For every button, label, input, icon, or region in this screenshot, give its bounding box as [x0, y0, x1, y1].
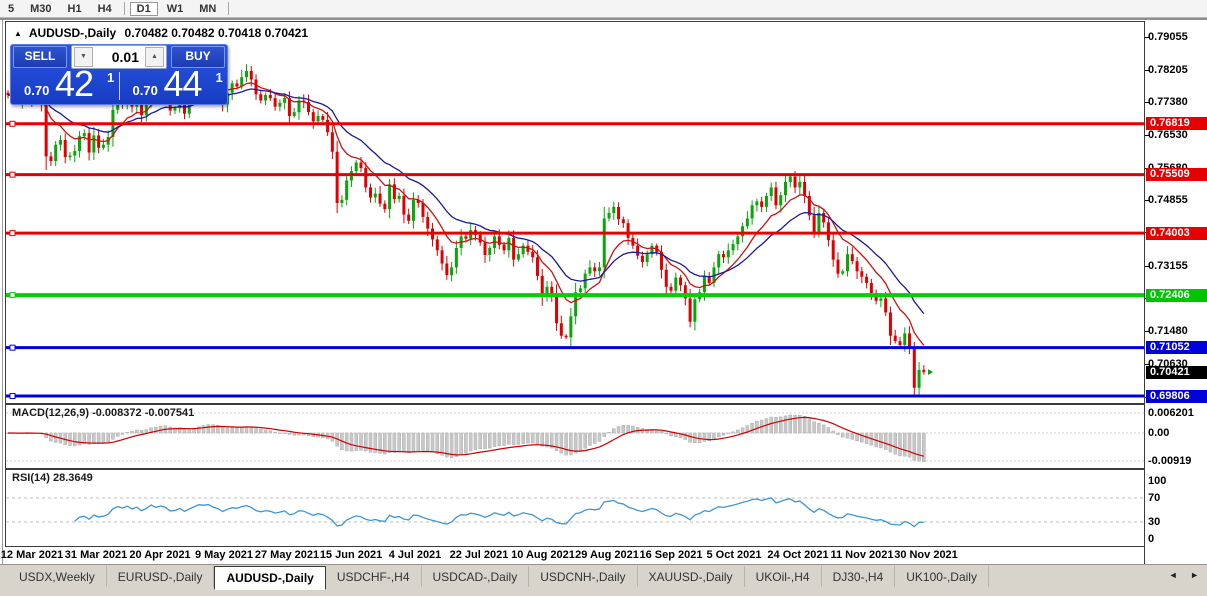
date-tick-label: 31 Mar 2021: [65, 549, 127, 561]
price-line-badge: 0.76819: [1146, 117, 1207, 130]
hline-handle[interactable]: [10, 231, 15, 236]
timeframe-h1-button[interactable]: H1: [61, 2, 89, 16]
rsi-tick-label: 100: [1148, 475, 1207, 487]
date-tick-label: 22 Jul 2021: [450, 549, 509, 561]
macd-label: MACD(12,26,9) -0.008372 -0.007541: [12, 407, 194, 419]
price-tick-label: 0.73155: [1148, 260, 1207, 272]
timeframe-mn-button[interactable]: MN: [192, 2, 223, 16]
price-line-badge: 0.72406: [1146, 289, 1207, 302]
rsi-value: 28.3649: [53, 472, 93, 484]
current-price-badge: 0.70421: [1146, 366, 1207, 379]
price-tick-label: 0.74855: [1148, 194, 1207, 206]
date-tick-label: 12 Mar 2021: [1, 549, 63, 561]
date-tick-label: 16 Sep 2021: [640, 549, 703, 561]
tab-usdcad-daily[interactable]: USDCAD-,Daily: [422, 566, 530, 587]
chart-symbol-label: AUDUSD-,Daily: [29, 26, 116, 40]
tab-uk100-daily[interactable]: UK100-,Daily: [895, 566, 989, 587]
price-line-badge: 0.71052: [1146, 341, 1207, 354]
price-line-badge: 0.75509: [1146, 168, 1207, 181]
buy-quote[interactable]: 0.70 44 1: [120, 69, 228, 103]
price-line-badge: 0.74003: [1146, 227, 1207, 240]
tab-usdcnh-daily[interactable]: USDCNH-,Daily: [529, 566, 637, 587]
chart-title: ▲ AUDUSD-,Daily 0.70482 0.70482 0.70418 …: [14, 26, 308, 40]
hline-handle[interactable]: [10, 172, 15, 177]
price-tick-label: 0.71480: [1148, 325, 1207, 337]
rsi-tick-label: 30: [1148, 516, 1207, 528]
hline-handle[interactable]: [10, 121, 15, 126]
sell-quote[interactable]: 0.70 42 1: [11, 69, 119, 103]
tab-dj30-h4[interactable]: DJ30-,H4: [822, 566, 896, 587]
price-tick-label: 0.79055: [1148, 31, 1207, 43]
toolbar-separator: [124, 2, 125, 15]
sell-price-prefix: 0.70: [24, 83, 49, 98]
macd-main-value: -0.008372: [92, 407, 142, 419]
macd-signal-value: -0.007541: [145, 407, 195, 419]
buy-price-pip: 1: [216, 70, 223, 85]
date-tick-label: 10 Aug 2021: [511, 549, 575, 561]
date-tick-label: 20 Apr 2021: [129, 549, 190, 561]
tab-ukoil-h4[interactable]: UKOil-,H4: [745, 566, 822, 587]
hline-handle[interactable]: [10, 345, 15, 350]
date-tick-label: 30 Nov 2021: [894, 549, 958, 561]
macd-tick-label: -0.00919: [1148, 455, 1207, 467]
collapse-chart-icon[interactable]: ▲: [14, 29, 22, 38]
date-tick-label: 27 May 2021: [255, 549, 319, 561]
hline-handle[interactable]: [10, 293, 15, 298]
toolbar-separator: [228, 2, 229, 15]
volume-input[interactable]: 0.01: [95, 49, 143, 65]
hline-handle[interactable]: [10, 394, 15, 399]
date-tick-label: 29 Aug 2021: [575, 549, 639, 561]
chevron-up-icon: ▲: [151, 53, 158, 60]
timeframe-m30-button[interactable]: M30: [23, 2, 58, 16]
macd-tick-label: 0.006201: [1148, 407, 1207, 419]
mt4-window: 5 M30 H1 H4 D1 W1 MN ▲ AUDUSD-,Daily 0.7…: [0, 0, 1207, 595]
sell-price-pip: 1: [107, 70, 114, 85]
timeframe-m5-button[interactable]: 5: [1, 2, 21, 16]
chart-ohlc-values: 0.70482 0.70482 0.70418 0.70421: [125, 26, 309, 40]
macd-tick-label: 0.00: [1148, 427, 1207, 439]
date-tick-label: 5 Oct 2021: [706, 549, 761, 561]
tab-xauusd-daily[interactable]: XAUUSD-,Daily: [638, 566, 745, 587]
rsi-label: RSI(14) 28.3649: [12, 472, 93, 484]
timeframe-toolbar: 5 M30 H1 H4 D1 W1 MN: [0, 0, 1207, 18]
tab-scroll-left-icon[interactable]: ◄: [1169, 570, 1178, 580]
price-tick-label: 0.78205: [1148, 64, 1207, 76]
chart-tab-bar: USDX,Weekly EURUSD-,Daily AUDUSD-,Daily …: [0, 564, 1207, 596]
tab-scroll-right-icon[interactable]: ►: [1190, 570, 1199, 580]
tab-audusd-daily[interactable]: AUDUSD-,Daily: [214, 566, 325, 590]
date-tick-label: 4 Jul 2021: [389, 549, 442, 561]
tab-eurusd-daily[interactable]: EURUSD-,Daily: [107, 566, 215, 587]
date-tick-label: 11 Nov 2021: [831, 549, 894, 561]
sell-price-main: 42: [55, 63, 93, 105]
date-tick-label: 15 Jun 2021: [320, 549, 382, 561]
price-line-badge: 0.69806: [1146, 390, 1207, 403]
price-tick-label: 0.77380: [1148, 96, 1207, 108]
buy-price-prefix: 0.70: [133, 83, 158, 98]
one-click-trading-panel: SELL ▼ 0.01 ▲ BUY 0.70 42 1 0.70 44: [10, 44, 228, 105]
tab-usdchf-h4[interactable]: USDCHF-,H4: [326, 566, 422, 587]
date-tick-label: 9 May 2021: [195, 549, 253, 561]
chevron-down-icon: ▼: [80, 53, 87, 60]
timeframe-w1-button[interactable]: W1: [160, 2, 191, 16]
tab-scroll-arrows: ◄ ►: [1159, 570, 1199, 580]
timeframe-d1-button[interactable]: D1: [130, 2, 158, 16]
timeframe-h4-button[interactable]: H4: [91, 2, 119, 16]
rsi-tick-label: 0: [1148, 533, 1207, 545]
price-tick-label: 0.76530: [1148, 129, 1207, 141]
date-tick-label: 24 Oct 2021: [767, 549, 828, 561]
rsi-tick-label: 70: [1148, 492, 1207, 504]
volume-increase-button[interactable]: ▲: [145, 47, 164, 67]
tab-usdx-weekly[interactable]: USDX,Weekly: [8, 566, 107, 587]
buy-price-main: 44: [164, 63, 202, 105]
